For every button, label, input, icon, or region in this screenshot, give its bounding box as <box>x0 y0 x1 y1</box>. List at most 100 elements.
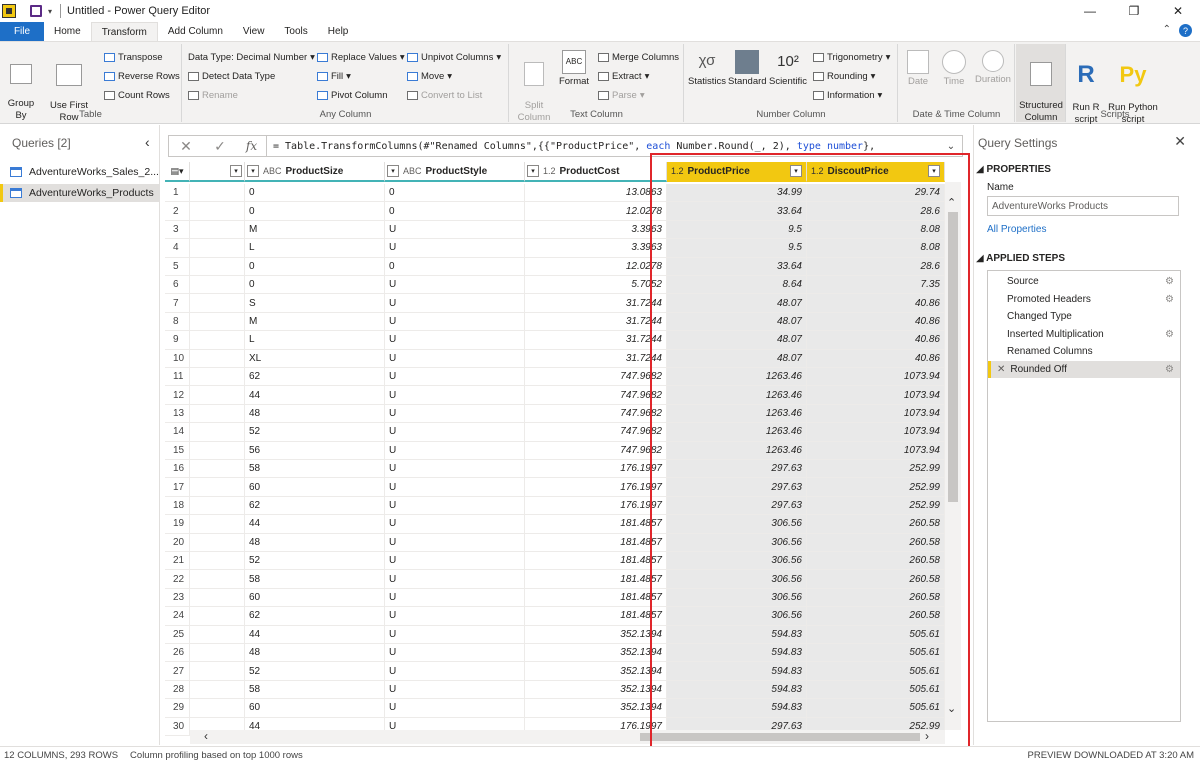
applied-step[interactable]: ✕ Rounded Off ⚙ <box>988 360 1180 378</box>
table-row[interactable]: 24 62 U 181.4857 306.56 260.58 <box>165 607 963 626</box>
gear-icon[interactable]: ⚙ <box>1165 364 1174 375</box>
discoutprice-cell[interactable]: 252.99 <box>807 496 945 516</box>
row-number[interactable]: 22 <box>165 570 190 589</box>
rename-button[interactable]: Rename <box>188 90 238 101</box>
productstyle-cell[interactable]: U <box>385 533 525 552</box>
column-header-productsize[interactable]: ▾ ABC ProductSize <box>245 162 385 182</box>
productstyle-cell[interactable]: U <box>385 588 525 608</box>
productsize-cell[interactable]: 62 <box>245 496 385 516</box>
productstyle-cell[interactable]: U <box>385 276 525 295</box>
merge-columns-button[interactable]: Merge Columns <box>598 52 679 63</box>
discoutprice-cell[interactable]: 505.61 <box>807 644 945 663</box>
productprice-cell[interactable]: 1263.46 <box>667 368 807 387</box>
productprice-cell[interactable]: 48.07 <box>667 312 807 332</box>
row-number[interactable]: 30 <box>165 717 190 736</box>
productcost-cell[interactable]: 352.1394 <box>525 662 667 681</box>
horizontal-scrollbar[interactable]: ‹ › <box>190 729 945 744</box>
gear-icon[interactable]: ⚙ <box>1165 329 1174 340</box>
blank-cell[interactable] <box>190 386 245 405</box>
scroll-right-icon[interactable]: › <box>925 729 929 743</box>
row-number[interactable]: 4 <box>165 239 190 258</box>
productprice-cell[interactable]: 306.56 <box>667 533 807 552</box>
productprice-cell[interactable]: 1263.46 <box>667 404 807 424</box>
table-row[interactable]: 26 48 U 352.1394 594.83 505.61 <box>165 644 963 663</box>
blank-cell[interactable] <box>190 184 245 203</box>
productstyle-cell[interactable]: U <box>385 386 525 405</box>
tab-transform[interactable]: Transform <box>90 22 158 41</box>
productstyle-cell[interactable]: U <box>385 441 525 460</box>
profiling-status[interactable]: Column profiling based on top 1000 rows <box>130 750 303 761</box>
tab-view[interactable]: View <box>233 22 275 41</box>
statistics-button[interactable]: χσ Statistics <box>687 50 727 88</box>
table-row[interactable]: 13 48 U 747.9682 1263.46 1073.94 <box>165 404 963 424</box>
discoutprice-cell[interactable]: 260.58 <box>807 533 945 552</box>
productsize-cell[interactable]: 62 <box>245 607 385 626</box>
productprice-cell[interactable]: 297.63 <box>667 460 807 479</box>
blank-cell[interactable] <box>190 570 245 589</box>
row-number[interactable]: 10 <box>165 349 190 368</box>
productprice-cell[interactable]: 48.07 <box>667 331 807 350</box>
productsize-cell[interactable]: XL <box>245 349 385 368</box>
productstyle-cell[interactable]: U <box>385 552 525 571</box>
horizontal-scroll-thumb[interactable] <box>640 733 920 741</box>
productsize-cell[interactable]: 52 <box>245 423 385 442</box>
commit-formula-icon[interactable]: ✓ <box>203 138 237 155</box>
blank-cell[interactable] <box>190 331 245 350</box>
use-first-row-button[interactable]: Use First Row as Headers <box>40 52 98 136</box>
blank-cell[interactable] <box>190 533 245 552</box>
productstyle-cell[interactable]: 0 <box>385 257 525 276</box>
productprice-cell[interactable]: 594.83 <box>667 680 807 700</box>
query-item-sales[interactable]: AdventureWorks_Sales_2... <box>0 163 159 181</box>
productprice-cell[interactable]: 48.07 <box>667 349 807 368</box>
productsize-cell[interactable]: 58 <box>245 570 385 589</box>
productsize-cell[interactable]: 44 <box>245 515 385 534</box>
productcost-cell[interactable]: 13.0863 <box>525 184 667 203</box>
productcost-cell[interactable]: 352.1394 <box>525 680 667 700</box>
table-row[interactable]: 10 XL U 31.7244 48.07 40.86 <box>165 349 963 368</box>
format-button[interactable]: ABC Format <box>556 50 592 88</box>
table-row[interactable]: 22 58 U 181.4857 306.56 260.58 <box>165 570 963 589</box>
productcost-cell[interactable]: 31.7244 <box>525 331 667 350</box>
table-row[interactable]: 7 S U 31.7244 48.07 40.86 <box>165 294 963 313</box>
productstyle-cell[interactable]: U <box>385 294 525 313</box>
productprice-cell[interactable]: 1263.46 <box>667 441 807 460</box>
minimize-icon[interactable]: — <box>1068 0 1112 22</box>
quick-access-dropdown-icon[interactable]: ▾ <box>48 7 52 16</box>
collapse-pane-icon[interactable]: ‹ <box>145 134 150 150</box>
productsize-cell[interactable]: 52 <box>245 552 385 571</box>
discoutprice-cell[interactable]: 40.86 <box>807 312 945 332</box>
discoutprice-cell[interactable]: 1073.94 <box>807 386 945 405</box>
productstyle-cell[interactable]: U <box>385 662 525 681</box>
blank-cell[interactable] <box>190 257 245 276</box>
blank-cell[interactable] <box>190 607 245 626</box>
duration-button[interactable]: Duration <box>973 50 1013 86</box>
transpose-button[interactable]: Transpose <box>104 52 163 63</box>
expand-formula-icon[interactable]: ⌄ <box>940 141 962 152</box>
productprice-cell[interactable]: 594.83 <box>667 662 807 681</box>
productcost-cell[interactable]: 3.3963 <box>525 239 667 258</box>
unpivot-columns-button[interactable]: Unpivot Columns ▾ <box>407 52 501 63</box>
productprice-cell[interactable]: 48.07 <box>667 294 807 313</box>
productsize-cell[interactable]: M <box>245 312 385 332</box>
productcost-cell[interactable]: 31.7244 <box>525 294 667 313</box>
table-row[interactable]: 17 60 U 176.1997 297.63 252.99 <box>165 478 963 497</box>
row-number[interactable]: 16 <box>165 460 190 479</box>
table-row[interactable]: 4 L U 3.3963 9.5 8.08 <box>165 239 963 258</box>
productcost-cell[interactable]: 747.9682 <box>525 423 667 442</box>
productsize-cell[interactable]: 56 <box>245 441 385 460</box>
discoutprice-cell[interactable]: 40.86 <box>807 349 945 368</box>
blank-cell[interactable] <box>190 312 245 332</box>
information-button[interactable]: Information ▾ <box>813 90 882 101</box>
row-number[interactable]: 28 <box>165 680 190 700</box>
productprice-cell[interactable]: 306.56 <box>667 570 807 589</box>
blank-cell[interactable] <box>190 699 245 718</box>
scroll-left-icon[interactable]: ‹ <box>204 729 208 743</box>
row-number[interactable]: 23 <box>165 588 190 608</box>
blank-cell[interactable] <box>190 552 245 571</box>
productsize-cell[interactable]: 48 <box>245 644 385 663</box>
row-number[interactable]: 3 <box>165 220 190 240</box>
row-number[interactable]: 20 <box>165 533 190 552</box>
blank-cell[interactable] <box>190 220 245 240</box>
detect-data-type-button[interactable]: Detect Data Type <box>188 71 275 82</box>
row-number[interactable]: 7 <box>165 294 190 313</box>
